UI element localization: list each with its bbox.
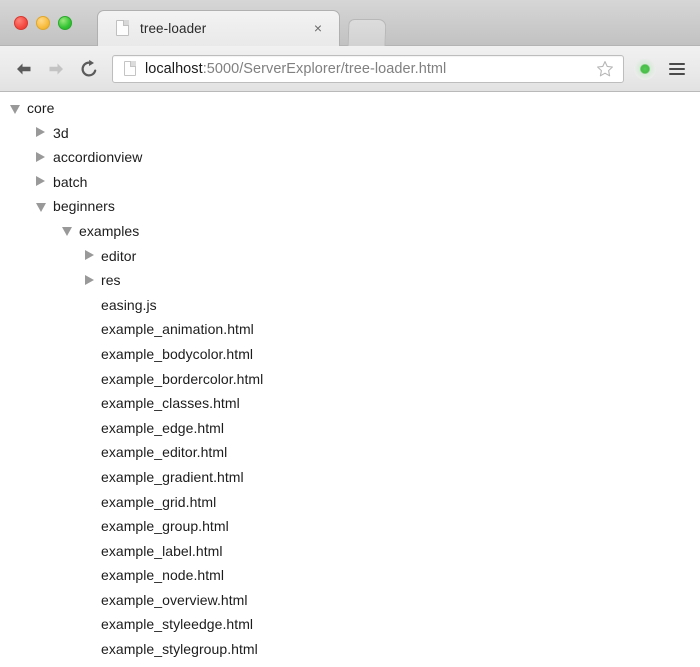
tree-item-label: batch <box>53 173 88 190</box>
url-path: :5000/ServerExplorer/tree-loader.html <box>202 60 447 77</box>
tab-favicon-document-icon <box>116 20 129 36</box>
tree-file-row[interactable]: example_gradient.html <box>0 465 700 490</box>
tree-item-label: example_styleedge.html <box>101 616 254 633</box>
tree-item-label: editor <box>101 247 137 264</box>
tree-folder-row[interactable]: beginners <box>0 194 700 219</box>
tree-item-label: res <box>101 272 121 289</box>
new-tab-button[interactable] <box>347 19 387 46</box>
tree-item-label: example_node.html <box>101 567 225 584</box>
tree-file-row[interactable]: example_classes.html <box>0 391 700 416</box>
tree-item-label: example_animation.html <box>101 321 254 338</box>
reload-button[interactable] <box>74 54 104 84</box>
window-traffic-lights <box>14 16 72 30</box>
tree-file-row[interactable]: example_grid.html <box>0 490 700 515</box>
tree-item-label: example_bodycolor.html <box>101 345 254 362</box>
bookmark-star-icon[interactable] <box>593 57 617 81</box>
window-maximize-button[interactable] <box>58 16 72 30</box>
triangle-down-icon[interactable] <box>62 227 72 237</box>
triangle-right-icon[interactable] <box>36 127 45 138</box>
tree-file-row[interactable]: example_edge.html <box>0 416 700 441</box>
tree-item-label: example_edge.html <box>101 419 225 436</box>
triangle-right-icon[interactable] <box>85 274 94 285</box>
tree-folder-row[interactable]: res <box>0 268 700 293</box>
tree-item-label: 3d <box>53 124 69 141</box>
tree-item-label: examples <box>79 222 140 239</box>
tree-item-label: accordionview <box>53 149 143 166</box>
url-text: localhost:5000/ServerExplorer/tree-loade… <box>145 61 593 77</box>
tab-close-icon[interactable]: × <box>311 21 325 35</box>
tree-item-label: example_grid.html <box>101 493 217 510</box>
tree-file-row[interactable]: example_stylegroup.html <box>0 637 700 662</box>
url-host: localhost <box>145 60 203 77</box>
page-info-document-icon <box>124 61 136 76</box>
tree-folder-row[interactable]: batch <box>0 170 700 195</box>
tree-item-label: example_stylegroup.html <box>101 641 258 658</box>
tab-title: tree-loader <box>140 21 207 36</box>
address-bar[interactable]: localhost:5000/ServerExplorer/tree-loade… <box>112 54 624 83</box>
back-button[interactable] <box>9 54 39 84</box>
tree-folder-row[interactable]: editor <box>0 244 700 269</box>
tree-file-row[interactable]: example_animation.html <box>0 317 700 342</box>
tree-item-label: example_bordercolor.html <box>101 370 264 387</box>
tree-file-row[interactable]: example_styleedge.html <box>0 612 700 637</box>
triangle-right-icon[interactable] <box>36 176 45 187</box>
triangle-right-icon[interactable] <box>85 250 94 261</box>
window-minimize-button[interactable] <box>36 16 50 30</box>
forward-button[interactable] <box>41 54 71 84</box>
tree-file-row[interactable]: easing.js <box>0 293 700 318</box>
chrome-menu-button[interactable] <box>662 54 692 84</box>
window-close-button[interactable] <box>14 16 28 30</box>
tree-item-label: easing.js <box>101 296 157 313</box>
arrow-right-icon <box>46 60 66 78</box>
tree-file-row[interactable]: example_editor.html <box>0 440 700 465</box>
green-circle-extension-icon <box>634 57 656 80</box>
tree-item-label: example_group.html <box>101 518 229 535</box>
tree-folder-row[interactable]: examples <box>0 219 700 244</box>
tree-folder-row[interactable]: accordionview <box>0 145 700 170</box>
triangle-right-icon[interactable] <box>36 151 45 162</box>
tree-file-row[interactable]: example_group.html <box>0 514 700 539</box>
triangle-down-icon[interactable] <box>36 202 46 212</box>
file-tree-view: core 3d accordionview batch beginners example… <box>0 92 700 667</box>
browser-window: tree-loader × localhost:5000/ServerExplo… <box>0 0 700 667</box>
tree-item-label: example_overview.html <box>101 591 248 608</box>
tree-item-label: example_classes.html <box>101 395 240 412</box>
tree-file-row[interactable]: example_bordercolor.html <box>0 367 700 392</box>
tree-item-label: example_label.html <box>101 542 223 559</box>
tree-item-label: example_gradient.html <box>101 468 244 485</box>
browser-toolbar: localhost:5000/ServerExplorer/tree-loade… <box>0 46 700 92</box>
tree-folder-row[interactable]: 3d <box>0 121 700 146</box>
tree-item-label: example_editor.html <box>101 444 228 461</box>
reload-icon <box>79 59 99 79</box>
hamburger-menu-icon <box>669 62 685 75</box>
tree-root: core 3d accordionview batch beginners example… <box>0 96 700 667</box>
tab-strip: tree-loader × <box>0 0 700 46</box>
tree-file-row[interactable]: example_overview.html <box>0 588 700 613</box>
tree-folder-row[interactable]: core <box>0 96 700 121</box>
tree-file-row[interactable]: example_node.html <box>0 563 700 588</box>
tree-item-label: core <box>27 100 55 116</box>
tree-file-row[interactable]: example_styleicon.html <box>0 662 700 667</box>
extension-button[interactable] <box>632 56 658 82</box>
browser-tab-active[interactable]: tree-loader × <box>97 10 340 46</box>
tree-item-label: beginners <box>53 198 115 215</box>
tree-file-row[interactable]: example_bodycolor.html <box>0 342 700 367</box>
arrow-left-icon <box>14 60 34 78</box>
tree-file-row[interactable]: example_label.html <box>0 539 700 564</box>
triangle-down-icon[interactable] <box>10 104 20 114</box>
tree-item-label: example_styleicon.html <box>101 662 248 667</box>
